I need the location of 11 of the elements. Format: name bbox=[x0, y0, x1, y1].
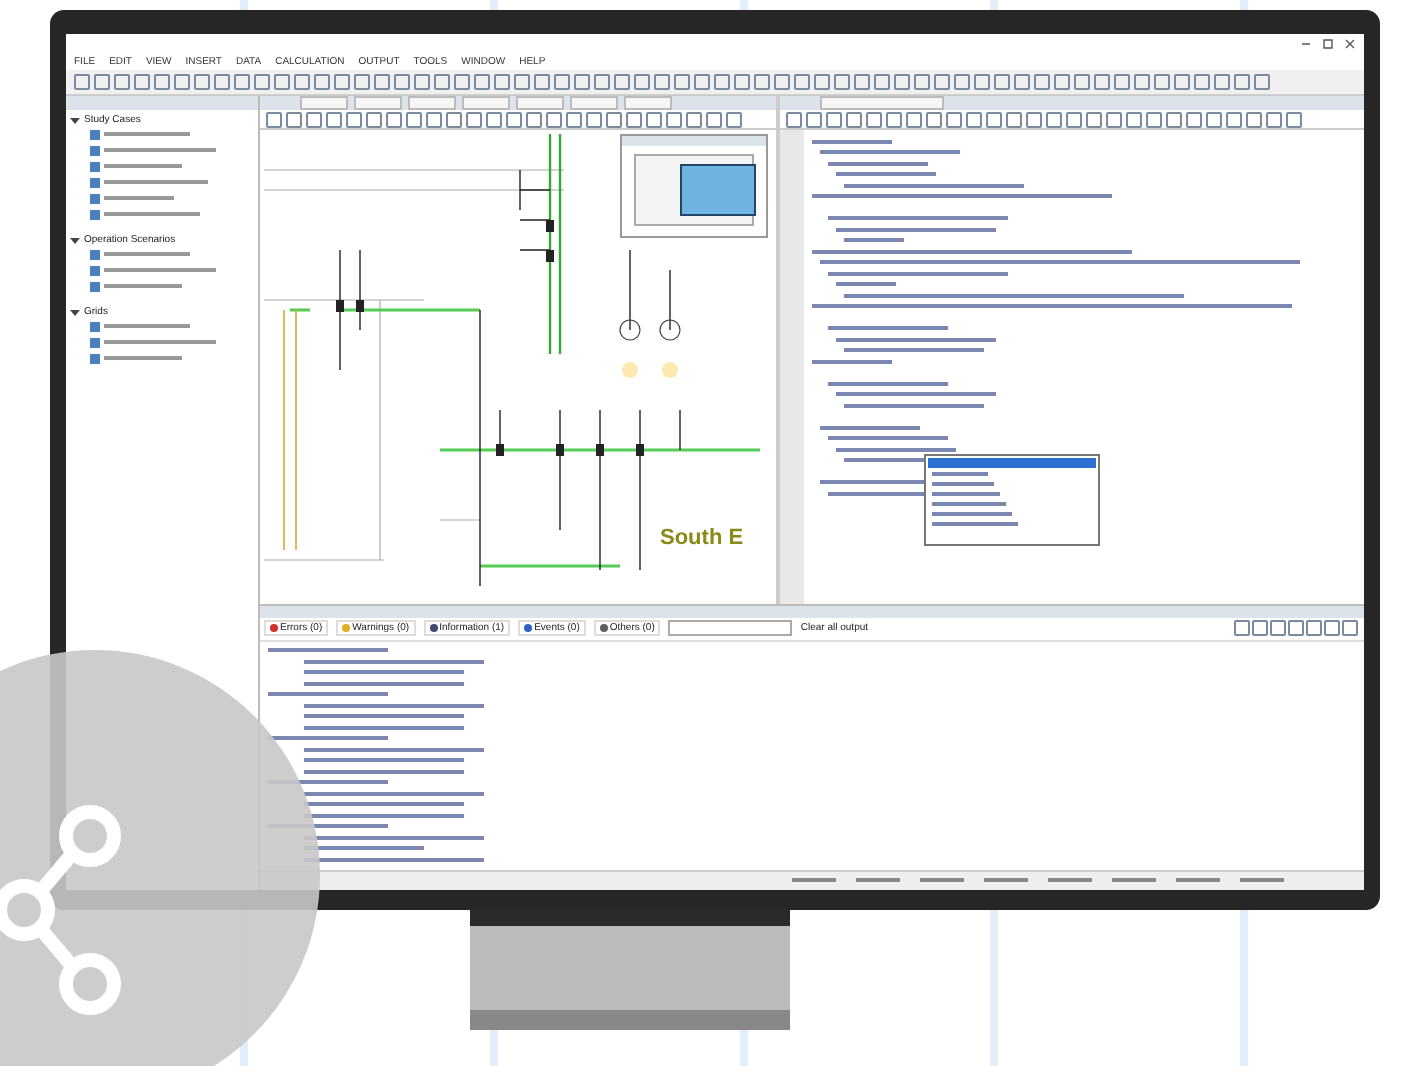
area-label: South E bbox=[660, 526, 744, 550]
window-controls-icon[interactable] bbox=[1300, 37, 1356, 49]
overview-map-drawing bbox=[634, 154, 754, 226]
diagram-toolbar-drawing[interactable] bbox=[260, 110, 776, 130]
output-toolbar-drawing[interactable] bbox=[1234, 620, 1364, 637]
editor-toolbar-drawing[interactable] bbox=[780, 110, 1364, 130]
expand-icon[interactable] bbox=[70, 235, 80, 245]
expand-icon[interactable] bbox=[70, 115, 80, 125]
expand-icon[interactable] bbox=[70, 307, 80, 317]
search-field[interactable] bbox=[668, 620, 793, 637]
autocomplete-popup-drawing[interactable] bbox=[924, 454, 1100, 546]
